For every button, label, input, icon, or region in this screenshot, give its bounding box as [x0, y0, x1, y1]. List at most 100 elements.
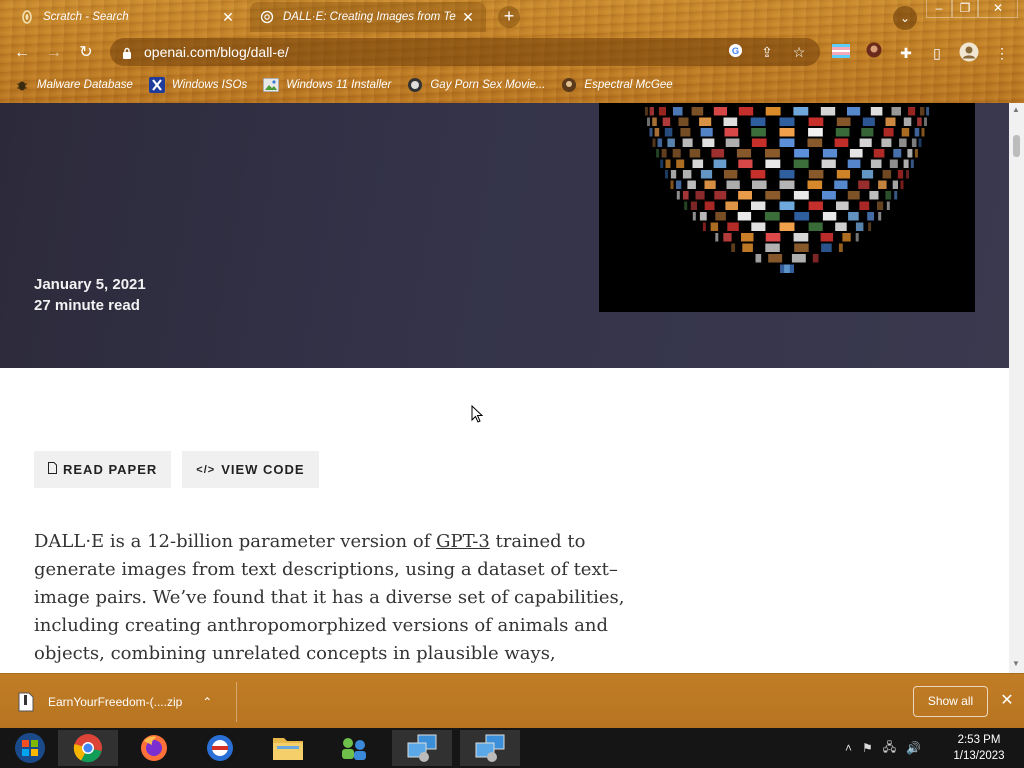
screen-tile	[738, 107, 754, 116]
taskbar-network-app[interactable]	[324, 730, 384, 766]
download-item[interactable]: EarnYourFreedom-(....zip ⌃	[18, 674, 212, 729]
volume-icon[interactable]: 🔊	[906, 741, 921, 755]
screen-tile	[714, 191, 727, 200]
side-panel-icon[interactable]: ▯	[926, 42, 948, 64]
document-icon	[48, 462, 57, 477]
download-bar: EarnYourFreedom-(....zip ⌃ Show all ✕	[0, 673, 1024, 728]
view-code-button[interactable]: </> VIEW CODE	[182, 451, 319, 488]
taskbar-file-explorer[interactable]	[258, 730, 318, 766]
url-text[interactable]: openai.com/blog/dall-e/	[144, 44, 726, 60]
screen-tile	[649, 107, 654, 116]
page-scrollbar[interactable]: ▲ ▼	[1009, 103, 1024, 673]
minimize-window-button[interactable]: –	[926, 0, 952, 18]
screen-tile	[765, 107, 781, 116]
screen-tile	[868, 222, 872, 231]
screen-tile	[920, 107, 925, 116]
restore-window-button[interactable]: ❐	[952, 0, 978, 18]
screen-tile	[723, 233, 732, 242]
extensions-puzzle-icon[interactable]: ✚	[895, 42, 917, 64]
screen-tile	[704, 180, 716, 189]
tray-expand-icon[interactable]: ˄	[845, 741, 852, 755]
taskbar-clock[interactable]: 2:53 PM 1/13/2023	[946, 732, 1012, 764]
reload-button[interactable]: ↻	[74, 41, 98, 65]
close-tab-icon[interactable]: ✕	[220, 9, 236, 26]
bookmark-malware-database[interactable]: Malware Database	[14, 77, 133, 93]
tab-dall-e[interactable]: DALL·E: Creating Images from Te ✕	[250, 2, 486, 32]
taskbar-chrome[interactable]	[58, 730, 118, 766]
taskbar-firefox[interactable]	[124, 730, 184, 766]
action-center-flag-icon[interactable]: ⚑	[862, 741, 873, 755]
back-button[interactable]: ←	[10, 41, 34, 65]
screen-tile	[914, 149, 918, 158]
screen-tile	[793, 107, 809, 116]
browser-menu-icon[interactable]: ⋮	[991, 42, 1013, 64]
taskbar-opera[interactable]	[190, 730, 250, 766]
close-tab-icon[interactable]: ✕	[460, 9, 476, 26]
bookmark-movie-site[interactable]: Gay Porn Sex Movie...	[407, 77, 545, 93]
screen-tile	[644, 107, 648, 116]
tab-search-button[interactable]: ⌄	[893, 6, 917, 30]
screen-tile	[752, 180, 767, 189]
flag-extension-icon[interactable]	[830, 42, 852, 64]
read-paper-button[interactable]: READ PAPER	[34, 451, 172, 488]
new-tab-button[interactable]: +	[498, 6, 520, 28]
screen-tile	[908, 107, 916, 116]
gpt3-link[interactable]: GPT-3	[436, 531, 490, 552]
bookmark-windows-isos[interactable]: Windows ISOs	[148, 77, 247, 93]
scrollbar-thumb[interactable]	[1013, 135, 1020, 157]
scroll-down-icon[interactable]: ▼	[1012, 659, 1020, 668]
bookmark-label: Espectral McGee	[584, 79, 673, 91]
tab-strip: Scratch - Search ✕ DALL·E: Creating Imag…	[0, 0, 1024, 34]
taskbar-remote-desktop-2[interactable]	[460, 730, 520, 766]
share-icon[interactable]: ⇪	[758, 44, 776, 61]
bug-icon	[14, 77, 30, 93]
mouse-cursor-icon	[471, 404, 484, 428]
screen-tile	[692, 212, 696, 221]
screen-tile	[867, 212, 874, 221]
bookmark-espectral-mcgee[interactable]: Espectral McGee	[561, 77, 673, 93]
download-filename: EarnYourFreedom-(....zip	[48, 694, 183, 709]
screen-tile	[657, 138, 663, 147]
bookmark-star-icon[interactable]: ☆	[790, 44, 808, 61]
chevron-up-icon[interactable]: ⌃	[202, 695, 212, 709]
screen-tile	[885, 117, 896, 126]
read-paper-label: READ PAPER	[63, 462, 158, 477]
screen-tile	[751, 138, 767, 147]
screen-tile	[921, 128, 925, 137]
screen-tile	[917, 117, 922, 126]
screen-tile	[862, 117, 875, 126]
screen-tile	[836, 201, 849, 210]
screen-tile	[791, 254, 806, 263]
profile-extension-icon[interactable]	[863, 42, 885, 64]
screen-tile	[713, 107, 727, 116]
scroll-up-icon[interactable]: ▲	[1012, 105, 1020, 114]
screen-tile	[687, 180, 696, 189]
network-icon[interactable]: 🖧	[883, 738, 896, 759]
screen-tile	[742, 243, 753, 252]
close-download-bar-icon[interactable]: ✕	[998, 690, 1016, 710]
screen-tile	[654, 128, 660, 137]
tab-scratch-search[interactable]: Scratch - Search ✕	[10, 2, 246, 32]
close-window-button[interactable]: ✕	[978, 0, 1018, 18]
taskbar-remote-desktop-1[interactable]	[392, 730, 452, 766]
screen-tile	[911, 138, 917, 147]
show-all-downloads-button[interactable]: Show all	[913, 686, 988, 717]
screen-tile	[918, 138, 922, 147]
screen-tile	[881, 138, 892, 147]
lock-icon[interactable]	[122, 46, 132, 59]
screen-tile	[715, 233, 719, 242]
address-bar[interactable]: openai.com/blog/dall-e/ G ⇪ ☆	[110, 38, 820, 66]
account-avatar-icon[interactable]	[958, 42, 980, 64]
screen-tile	[779, 117, 795, 126]
forward-button[interactable]: →	[42, 41, 66, 65]
publish-date: January 5, 2021	[34, 276, 146, 293]
google-lens-icon[interactable]: G	[726, 43, 744, 61]
start-button[interactable]	[0, 730, 60, 766]
screen-tile	[878, 212, 882, 221]
bookmark-windows-11-installer[interactable]: Windows 11 Installer	[263, 77, 391, 93]
x-logo-icon	[148, 77, 165, 93]
firefox-icon	[141, 735, 167, 761]
screen-tile	[870, 159, 882, 168]
screen-tile	[838, 243, 843, 252]
screen-tile	[662, 117, 671, 126]
